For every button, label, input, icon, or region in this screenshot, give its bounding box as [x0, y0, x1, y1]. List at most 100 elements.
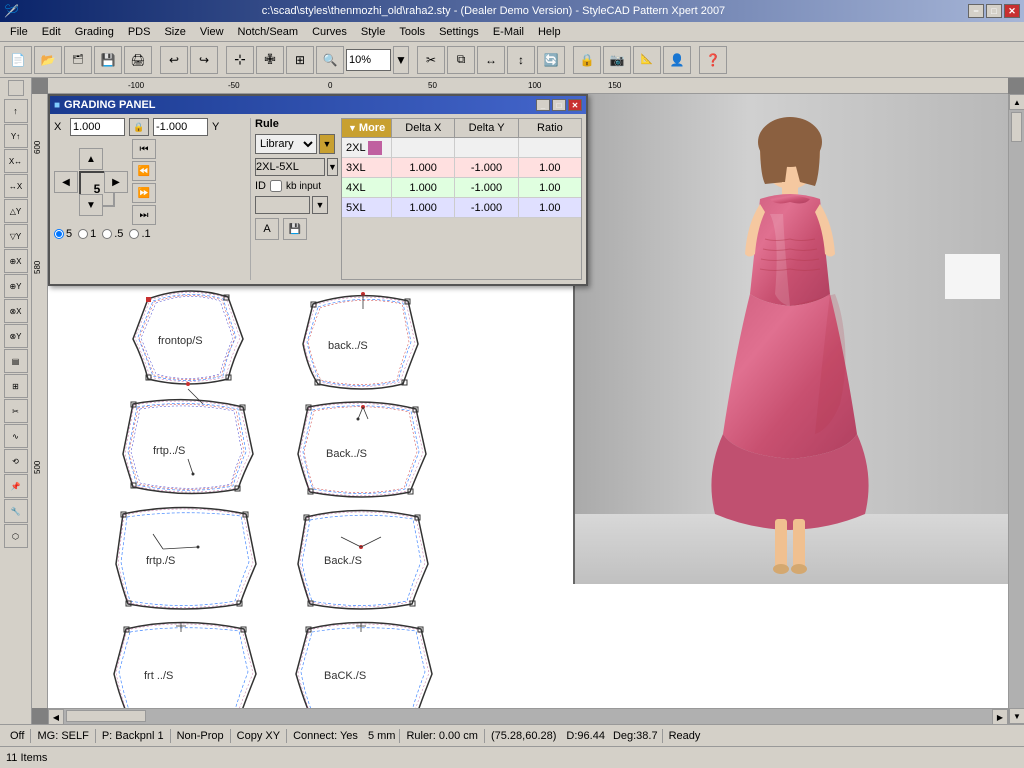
menu-notch[interactable]: Notch/Seam [232, 24, 305, 40]
lt-12[interactable]: ✂ [4, 399, 28, 423]
nav-left[interactable]: ◀ [54, 171, 78, 193]
save-button[interactable]: 💾 [94, 46, 122, 74]
panel-maximize[interactable]: □ [552, 99, 566, 111]
lock-btn[interactable]: 🔒 [129, 118, 149, 136]
lt-10[interactable]: ▤ [4, 349, 28, 373]
range-arrow[interactable]: ▼ [327, 158, 338, 176]
menu-email[interactable]: E-Mail [487, 24, 530, 40]
minimize-button[interactable]: − [968, 4, 984, 18]
nav-up[interactable]: ▲ [79, 148, 103, 170]
more-button[interactable]: ▼ More [342, 119, 392, 137]
tb3-button[interactable]: 🗂 [64, 46, 92, 74]
lt-16[interactable]: 🔧 [4, 499, 28, 523]
zoom-in-button[interactable]: 🔍 [316, 46, 344, 74]
media-prev[interactable]: ⏪ [132, 161, 156, 181]
tb-cut[interactable]: ✂ [417, 46, 445, 74]
radio-1[interactable]: 1 [78, 228, 96, 240]
tb-flip-v[interactable]: ↕ [507, 46, 535, 74]
select-button[interactable]: ⊹ [226, 46, 254, 74]
pattern-piece-frontop[interactable]: frontop/S [133, 291, 243, 404]
table-row[interactable]: 2XL [342, 138, 581, 158]
lt-2[interactable]: X↔ [4, 149, 28, 173]
media-last[interactable]: ⏭ [132, 205, 156, 225]
lt-9[interactable]: ⊗Y [4, 324, 28, 348]
tb-copy[interactable]: ⧉ [447, 46, 475, 74]
menu-grading[interactable]: Grading [69, 24, 120, 40]
tb-lock[interactable]: 🔒 [573, 46, 601, 74]
tb-person[interactable]: 👤 [663, 46, 691, 74]
lt-3[interactable]: ↔X [4, 174, 28, 198]
menu-pds[interactable]: PDS [122, 24, 157, 40]
menu-edit[interactable]: Edit [36, 24, 67, 40]
tb-help[interactable]: ❓ [699, 46, 727, 74]
lt-17[interactable]: ⬡ [4, 524, 28, 548]
pattern-piece-back-top[interactable]: back../S [303, 292, 418, 389]
move-button[interactable]: ✙ [256, 46, 284, 74]
pattern-piece-frt-bottom[interactable]: frt ../S [114, 622, 256, 708]
scroll-right[interactable]: ▲ ▼ [1008, 94, 1024, 724]
scroll-thumb-v[interactable] [1011, 112, 1022, 142]
table-row[interactable]: 4XL 1.000 -1.000 1.00 [342, 178, 581, 198]
pattern-piece-back-lower[interactable]: Back./S [298, 511, 428, 610]
lt-14[interactable]: ⟲ [4, 449, 28, 473]
media-next[interactable]: ⏩ [132, 183, 156, 203]
nav-right[interactable]: ▶ [104, 171, 128, 193]
text-input[interactable] [255, 196, 310, 214]
lt-8[interactable]: ⊗X [4, 299, 28, 323]
y-input[interactable] [153, 118, 208, 136]
media-first[interactable]: ⏮ [132, 139, 156, 159]
grading-panel-title[interactable]: ■ GRADING PANEL _ □ ✕ [50, 96, 586, 114]
radio-1b[interactable]: .1 [129, 228, 150, 240]
radio-5b[interactable]: .5 [102, 228, 123, 240]
scroll-right-button[interactable]: ▶ [992, 709, 1008, 724]
maximize-button[interactable]: □ [986, 4, 1002, 18]
pattern-piece-frtp-lower[interactable]: frtp./S [116, 508, 256, 610]
lt-4[interactable]: △Y [4, 199, 28, 223]
panel-minimize[interactable]: _ [536, 99, 550, 111]
print-button[interactable]: 🖨 [124, 46, 152, 74]
menu-file[interactable]: File [4, 24, 34, 40]
menu-curves[interactable]: Curves [306, 24, 353, 40]
scroll-up-button[interactable]: ▲ [1009, 94, 1024, 110]
zoom-dropdown[interactable]: ▼ [393, 46, 409, 74]
menu-style[interactable]: Style [355, 24, 391, 40]
tb-measure[interactable]: 📐 [633, 46, 661, 74]
workspace[interactable]: ■ GRADING PANEL _ □ ✕ X [48, 94, 1008, 708]
panel-close[interactable]: ✕ [568, 99, 582, 111]
table-row[interactable]: 3XL 1.000 -1.000 1.00 [342, 158, 581, 178]
scroll-down-button[interactable]: ▼ [1009, 708, 1024, 724]
radio-5[interactable]: 5 [54, 228, 72, 240]
save-btn[interactable]: 💾 [283, 218, 307, 240]
library-arrow[interactable]: ▼ [319, 134, 335, 154]
lt-5[interactable]: ▽Y [4, 224, 28, 248]
library-select[interactable]: Library [255, 134, 317, 154]
new-button[interactable]: 📄 [4, 46, 32, 74]
lt-arrow-up[interactable]: ↑ [4, 99, 28, 123]
lt-1[interactable]: Y↑ [4, 124, 28, 148]
scroll-left-button[interactable]: ◀ [48, 709, 64, 724]
lt-15[interactable]: 📌 [4, 474, 28, 498]
scroll-bottom[interactable]: ◀ ▶ [48, 708, 1008, 724]
pattern-piece-frtp-mid[interactable]: frtp../S [123, 400, 253, 494]
menu-help[interactable]: Help [532, 24, 567, 40]
close-button[interactable]: ✕ [1004, 4, 1020, 18]
range-input[interactable] [255, 158, 325, 176]
lt-6[interactable]: ⊕X [4, 249, 28, 273]
menu-view[interactable]: View [194, 24, 230, 40]
tb-flip-h[interactable]: ↔ [477, 46, 505, 74]
pattern-piece-back-mid[interactable]: Back../S [298, 402, 426, 497]
menu-settings[interactable]: Settings [433, 24, 485, 40]
undo-button[interactable]: ↩ [160, 46, 188, 74]
pattern-piece-back-bottom[interactable]: BaCK./S [296, 622, 432, 708]
open-button[interactable]: 📂 [34, 46, 62, 74]
lt-11[interactable]: ⊞ [4, 374, 28, 398]
grid-button[interactable]: ⊞ [286, 46, 314, 74]
tb-rotate[interactable]: 🔄 [537, 46, 565, 74]
lt-13[interactable]: ∿ [4, 424, 28, 448]
tb-photo[interactable]: 📷 [603, 46, 631, 74]
a-button[interactable]: A [255, 218, 279, 240]
lt-7[interactable]: ⊕Y [4, 274, 28, 298]
scroll-thumb-h[interactable] [66, 710, 146, 722]
nav-down[interactable]: ▼ [79, 194, 103, 216]
menu-tools[interactable]: Tools [393, 24, 431, 40]
